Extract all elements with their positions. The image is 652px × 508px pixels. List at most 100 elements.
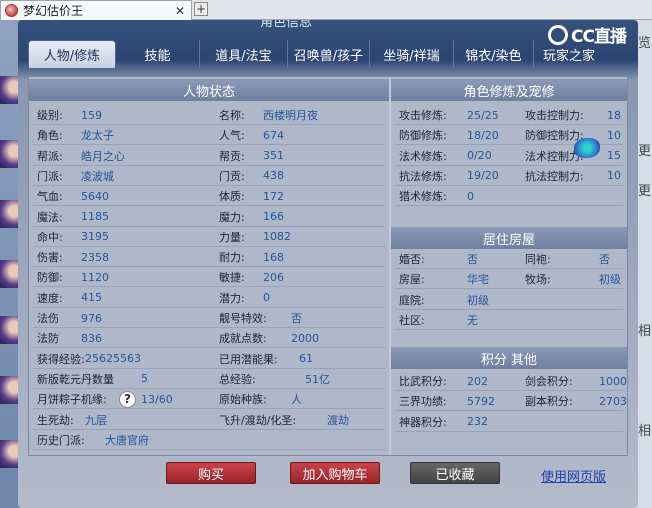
stat-label: 三界功绩:: [399, 395, 447, 409]
stat-row: 法术修炼: 0/20: [399, 146, 519, 166]
stat-value: 5: [141, 372, 148, 386]
help-icon[interactable]: ?: [119, 390, 136, 408]
stat-label: 抗法控制力:: [525, 169, 584, 183]
stat-value: 438: [263, 169, 284, 183]
stat-value: 1120: [81, 270, 109, 284]
tab-pets[interactable]: 召唤兽/孩子: [288, 40, 370, 68]
stat-value: 836: [81, 331, 102, 345]
stat-label: 社区:: [399, 313, 425, 327]
stat-row: 抗法控制力: 10: [525, 166, 625, 186]
stat-value: 西楼明月夜: [263, 109, 318, 122]
stat-row: 法防 836: [37, 328, 207, 348]
stat-label: 敏捷:: [219, 271, 245, 285]
stat-value: 0: [263, 291, 270, 305]
stat-value: 10: [607, 169, 621, 183]
stat-value: 2358: [81, 250, 109, 264]
new-tab-button[interactable]: +: [194, 2, 208, 16]
stat-row: [525, 412, 625, 432]
buy-button[interactable]: 购买: [166, 462, 256, 484]
stat-value: 1082: [263, 230, 291, 244]
stat-label: 副本积分:: [525, 395, 573, 409]
stat-value: 2000: [291, 331, 319, 345]
stat-value: 25625563: [85, 352, 141, 366]
stat-label: 婚否:: [399, 253, 425, 266]
stat-row: [525, 186, 625, 206]
add-to-cart-button[interactable]: 加入购物车: [290, 462, 380, 484]
tab-items[interactable]: 道具/法宝: [200, 40, 288, 68]
stat-value: 皓月之心: [81, 149, 125, 163]
tab-character[interactable]: 人物/修炼: [28, 40, 116, 68]
stat-label: 门派:: [37, 169, 63, 183]
stat-value: 凌波城: [81, 169, 114, 183]
stat-row: 同袍: 否: [525, 249, 625, 269]
browser-tab[interactable]: 梦幻估价王 ✕: [0, 0, 192, 20]
stat-row: 名称: 西楼明月夜: [219, 105, 389, 125]
row-divider: [395, 430, 623, 432]
stat-value: 202: [467, 374, 488, 388]
stat-row: 魔法: 1185: [37, 207, 207, 227]
stat-value: 初级: [599, 273, 621, 287]
panel-title: 角色信息: [260, 20, 313, 30]
category-tabs: 人物/修炼 技能 道具/法宝 召唤兽/孩子 坐骑/祥瑞 锦衣/染色 玩家之家: [28, 40, 604, 68]
stat-row: 生死劫: 九层: [37, 410, 215, 430]
stat-row: 防御: 1120: [37, 267, 207, 287]
stat-label: 成就点数:: [219, 332, 267, 346]
stat-label: 剑会积分:: [525, 375, 573, 388]
row-divider: [395, 205, 623, 207]
favorited-button[interactable]: 已收藏: [410, 462, 500, 484]
stat-row: 法伤 976: [37, 308, 207, 328]
stat-row: 原始种族: 人: [219, 389, 389, 409]
stat-row: [525, 310, 625, 330]
stat-row: 命中: 3195: [37, 227, 207, 247]
stat-row: 比武积分: 202: [399, 371, 519, 391]
stat-value: 10: [607, 128, 621, 142]
stat-label: 力量:: [219, 230, 245, 244]
stat-label: 角色:: [37, 129, 63, 143]
tab-outfits[interactable]: 锦衣/染色: [454, 40, 534, 68]
stat-label: 法伤: [37, 312, 59, 325]
stat-label: 获得经验:: [37, 352, 85, 366]
stat-value: 1185: [81, 210, 109, 223]
stat-value: 168: [263, 250, 284, 264]
stat-row: 伤害: 2358: [37, 247, 207, 267]
stat-label: 总经验:: [219, 372, 256, 386]
character-status-header: 人物状态: [29, 79, 389, 101]
stat-row: 飞升/渡劫/化圣: 渡劫: [219, 410, 389, 430]
stat-label: 庭院:: [399, 293, 425, 307]
stat-label: 防御修炼:: [399, 129, 447, 143]
stat-row: 攻击修炼: 25/25: [399, 105, 519, 125]
stat-row: 获得经验: 25625563: [37, 349, 215, 369]
stat-row: 庭院: 初级: [399, 290, 519, 310]
stat-row: 牧场: 初级: [525, 269, 625, 289]
stat-row: 成就点数: 2000: [219, 328, 389, 348]
stat-row: 体质: 172: [219, 186, 389, 206]
tab-home[interactable]: 玩家之家: [534, 40, 604, 68]
stat-label: 攻击修炼:: [399, 109, 447, 122]
stat-row: 历史门派: 大唐官府: [37, 430, 215, 450]
use-web-version-link[interactable]: 使用网页版: [541, 466, 606, 485]
close-tab-icon[interactable]: ✕: [175, 4, 191, 18]
tab-skills[interactable]: 技能: [116, 40, 200, 68]
stat-value: 674: [263, 128, 284, 142]
stat-label: 体质:: [219, 190, 245, 204]
stat-label: 魔力:: [219, 210, 245, 224]
stat-label: 猎术修炼:: [399, 190, 447, 204]
stat-value: 18/20: [467, 128, 499, 142]
stat-label: 比武积分:: [399, 375, 447, 388]
stat-row: 副本积分: 2703: [525, 391, 627, 411]
stat-label: 耐力:: [219, 251, 245, 265]
stat-value: 2703: [599, 394, 627, 408]
stat-row: 婚否: 否: [399, 249, 519, 269]
bg-text: 相: [638, 424, 652, 439]
stat-value: 13/60: [141, 392, 173, 406]
stat-value: 初级: [467, 293, 489, 307]
stat-value: 25/25: [467, 108, 499, 122]
stat-value: 无: [467, 313, 478, 327]
stat-label: 级别:: [37, 109, 63, 122]
stat-row: 力量: 1082: [219, 227, 389, 247]
stat-value: 351: [263, 149, 284, 163]
tab-mounts[interactable]: 坐骑/祥瑞: [370, 40, 454, 68]
app-favicon-icon: [5, 4, 18, 17]
stat-row: 三界功绩: 5792: [399, 391, 519, 411]
stat-label: 同袍:: [525, 253, 551, 266]
